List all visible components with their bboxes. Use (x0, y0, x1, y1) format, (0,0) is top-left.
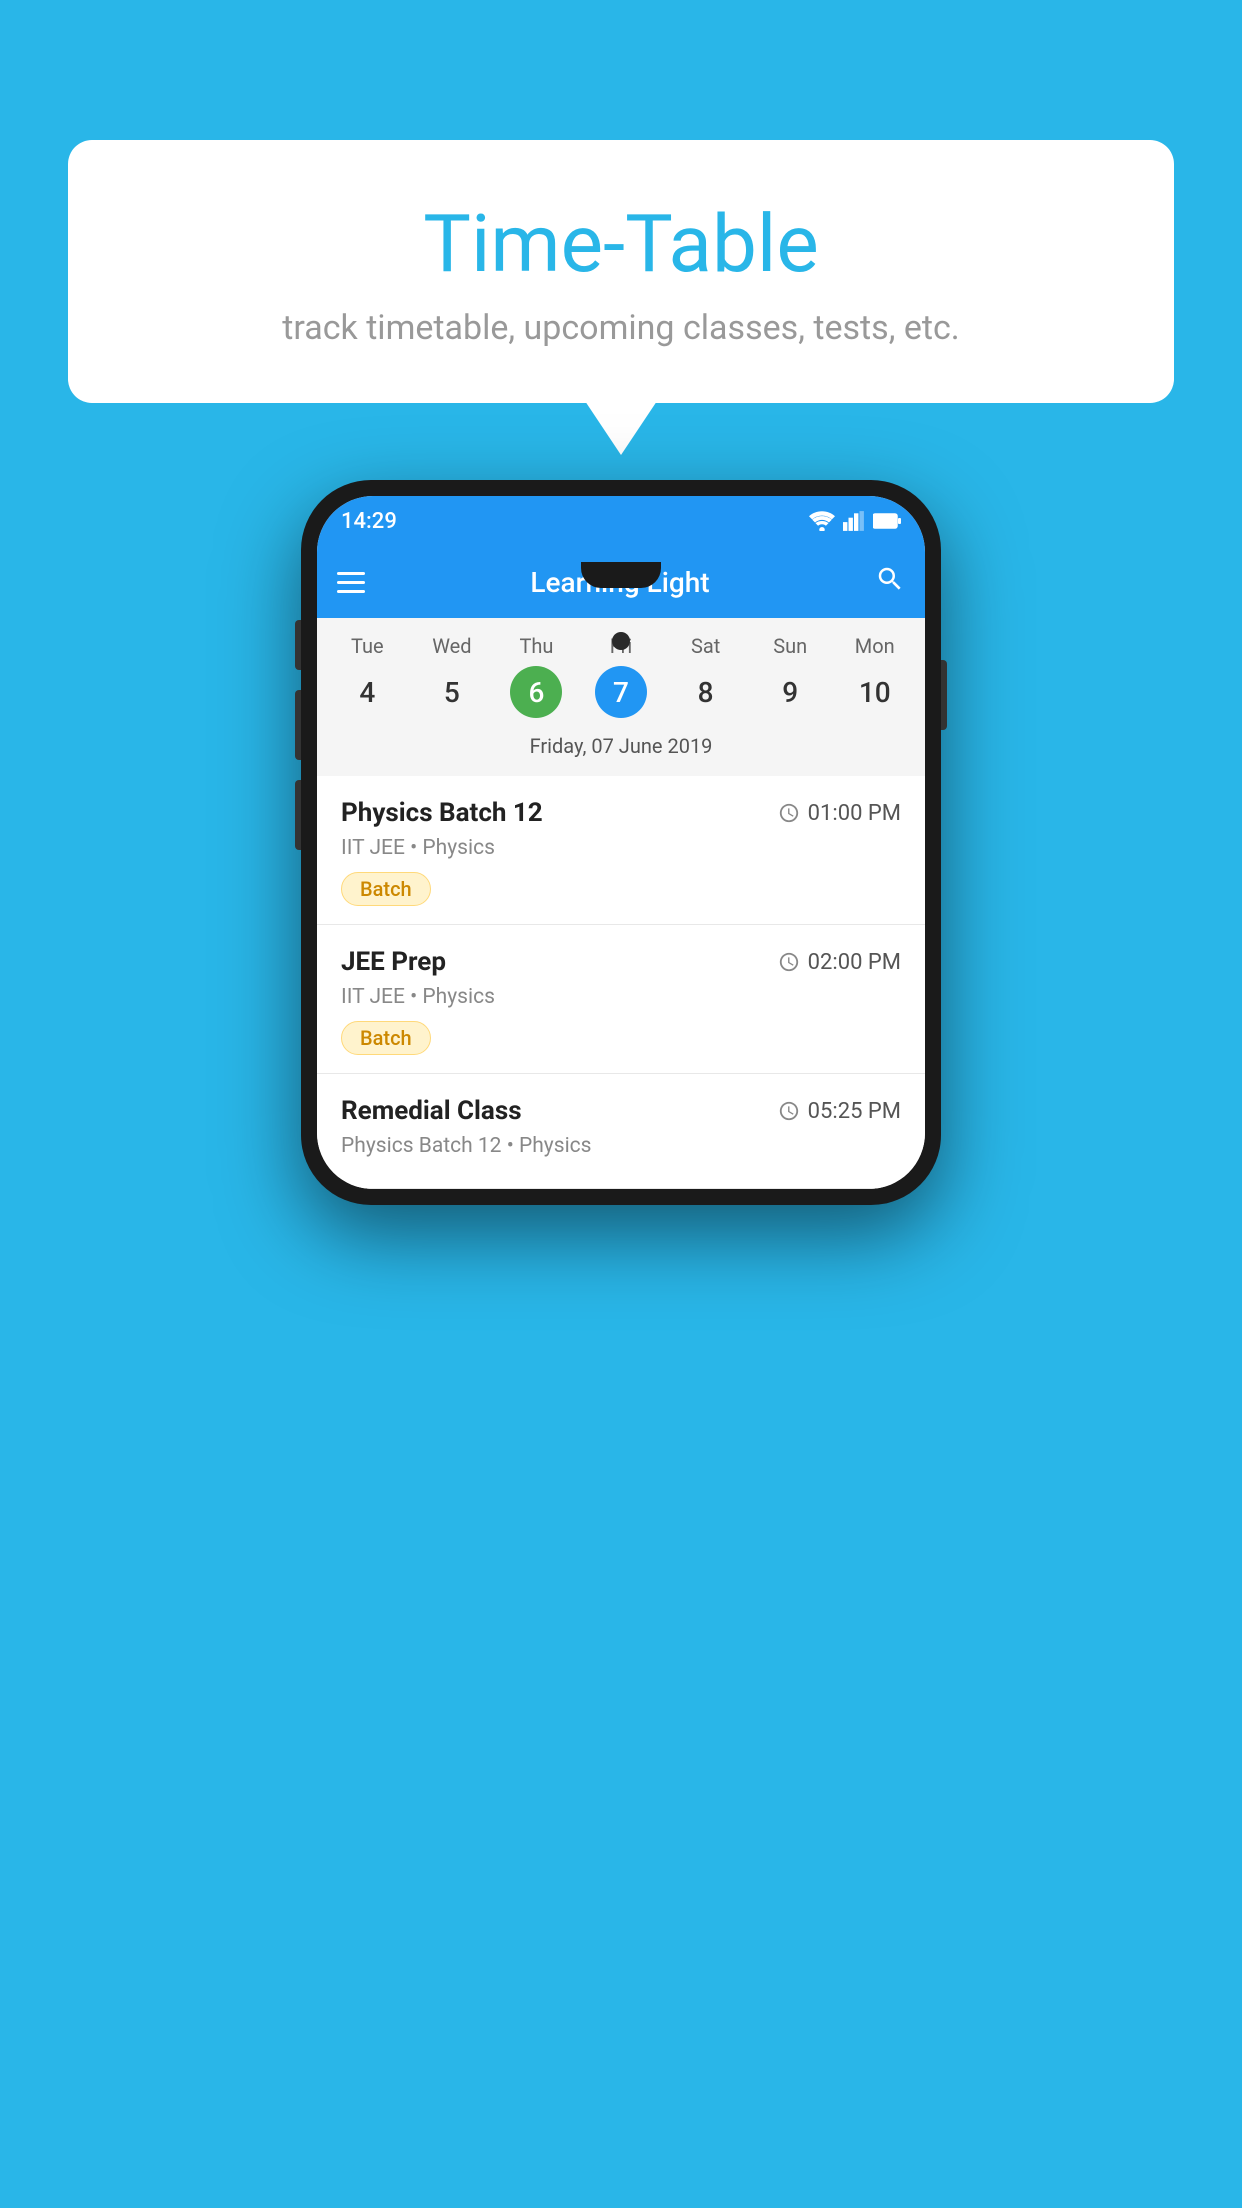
schedule-item[interactable]: Remedial Class 05:25 PM Physics Batch 12 •… (317, 1074, 925, 1189)
calendar-day-col[interactable]: Wed 5 (410, 634, 495, 718)
schedule-title: JEE Prep (341, 947, 446, 977)
calendar-day-col[interactable]: Tue 4 (325, 634, 410, 718)
time-text: 02:00 PM (808, 950, 901, 975)
search-button[interactable] (875, 564, 905, 601)
calendar-day-col[interactable]: Sun 9 (748, 634, 833, 718)
day-number[interactable]: 8 (680, 666, 732, 718)
phone-mockup: 14:29 (301, 480, 941, 1205)
schedule-item[interactable]: JEE Prep 02:00 PM IIT JEE • Physics Batch (317, 925, 925, 1074)
status-icons (809, 511, 901, 531)
schedule-subtitle: Physics Batch 12 • Physics (341, 1134, 901, 1158)
selected-date-label: Friday, 07 June 2019 (317, 726, 925, 772)
phone-screen: 14:29 (317, 496, 925, 1189)
calendar-day-col[interactable]: Mon 10 (832, 634, 917, 718)
day-name: Tue (325, 634, 410, 658)
day-number[interactable]: 9 (764, 666, 816, 718)
status-time: 14:29 (341, 509, 397, 534)
day-number[interactable]: 5 (426, 666, 478, 718)
day-number[interactable]: 4 (341, 666, 393, 718)
clock-icon (778, 802, 800, 824)
schedule-subtitle: IIT JEE • Physics (341, 836, 901, 860)
phone-volume-up-button (295, 690, 301, 760)
batch-badge: Batch (341, 872, 431, 906)
schedule-title: Physics Batch 12 (341, 798, 543, 828)
phone-mute-button (295, 620, 301, 670)
schedule-title: Remedial Class (341, 1096, 522, 1126)
calendar-day-col[interactable]: Thu 6 (494, 634, 579, 718)
time-text: 01:00 PM (808, 801, 901, 826)
status-bar: 14:29 (317, 496, 925, 546)
day-number[interactable]: 10 (849, 666, 901, 718)
schedule-item-header: JEE Prep 02:00 PM (341, 947, 901, 977)
batch-badge: Batch (341, 1021, 431, 1055)
day-name: Mon (832, 634, 917, 658)
speech-bubble: Time-Table track timetable, upcoming cla… (68, 140, 1174, 403)
day-name: Sat (663, 634, 748, 658)
schedule-list: Physics Batch 12 01:00 PM IIT JEE • Physic… (317, 776, 925, 1189)
bubble-title: Time-Table (108, 200, 1134, 288)
phone-outer: 14:29 (301, 480, 941, 1205)
signal-icon (843, 511, 865, 531)
day-name: Sun (748, 634, 833, 658)
day-name: Wed (410, 634, 495, 658)
front-camera (612, 632, 630, 650)
phone-volume-down-button (295, 780, 301, 850)
day-number[interactable]: 6 (510, 666, 562, 718)
clock-icon (778, 1100, 800, 1122)
day-name: Thu (494, 634, 579, 658)
time-text: 05:25 PM (808, 1099, 901, 1124)
schedule-item-header: Remedial Class 05:25 PM (341, 1096, 901, 1126)
phone-power-button (941, 660, 947, 730)
hamburger-menu-button[interactable] (337, 572, 365, 593)
schedule-time: 01:00 PM (778, 801, 901, 826)
wifi-icon (809, 511, 835, 531)
battery-icon (873, 513, 901, 529)
phone-notch (581, 562, 661, 588)
calendar-day-col[interactable]: Sat 8 (663, 634, 748, 718)
bubble-subtitle: track timetable, upcoming classes, tests… (108, 308, 1134, 348)
schedule-subtitle: IIT JEE • Physics (341, 985, 901, 1009)
schedule-time: 02:00 PM (778, 950, 901, 975)
schedule-item-header: Physics Batch 12 01:00 PM (341, 798, 901, 828)
clock-icon (778, 951, 800, 973)
day-number[interactable]: 7 (595, 666, 647, 718)
speech-bubble-container: Time-Table track timetable, upcoming cla… (68, 140, 1174, 403)
schedule-item[interactable]: Physics Batch 12 01:00 PM IIT JEE • Physic… (317, 776, 925, 925)
schedule-time: 05:25 PM (778, 1099, 901, 1124)
